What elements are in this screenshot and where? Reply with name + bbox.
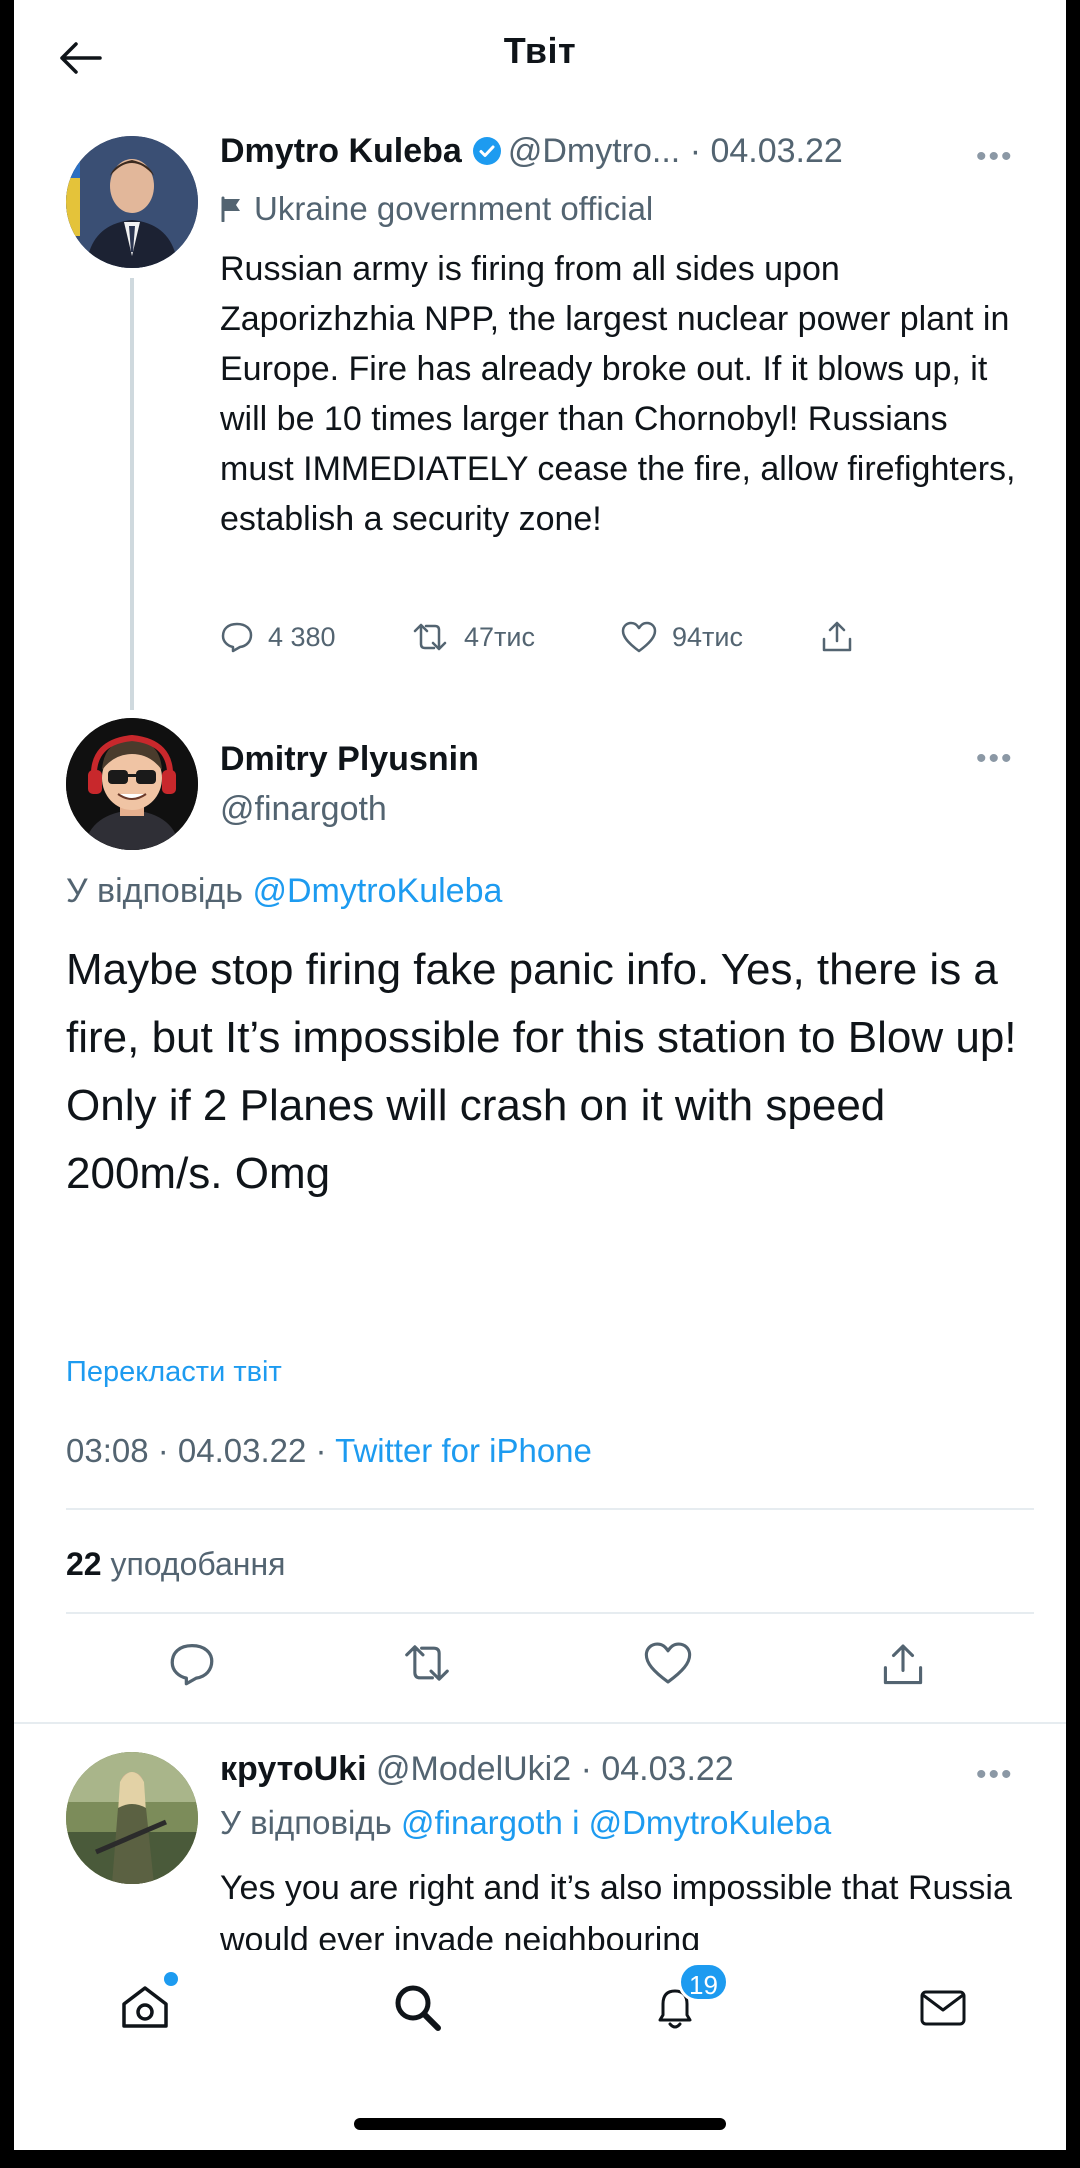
home-indicator[interactable]	[354, 2118, 726, 2130]
retweet-icon	[405, 1645, 449, 1681]
likes-label: уподобання	[110, 1546, 286, 1582]
tweet-metadata: 03:08 · 04.03.22 · Twitter for iPhone	[66, 1432, 592, 1470]
likes-count: 22	[66, 1546, 102, 1582]
retweet-count: 47тис	[464, 621, 535, 652]
tweet-text: Russian army is firing from all sides up…	[220, 250, 1016, 538]
tweet-text: Yes you are right and it’s also impossib…	[220, 1869, 1012, 1958]
avatar-cartoon-image	[66, 718, 198, 850]
reply-icon	[221, 622, 253, 653]
avatar[interactable]	[66, 718, 198, 850]
divider	[66, 1612, 1034, 1614]
reply-button[interactable]: 4 380	[220, 620, 410, 654]
avatar-portrait-image	[66, 136, 198, 268]
more-options-button[interactable]: •••	[976, 1758, 1014, 1792]
reply-join-word: і	[572, 1804, 580, 1841]
reply-button[interactable]	[168, 1640, 216, 1693]
tweet-date: · 04.03.22	[689, 132, 843, 170]
reply-count: 4 380	[268, 621, 336, 652]
likes-summary[interactable]: 22 уподобання	[66, 1546, 285, 1583]
share-button[interactable]	[880, 1640, 926, 1695]
tweet-text: Maybe stop firing fake panic info. Yes, …	[66, 945, 1017, 1198]
author-name[interactable]: крутоUki	[220, 1750, 367, 1788]
nav-messages[interactable]	[916, 1980, 970, 2039]
tweet-actions	[14, 1640, 1066, 1700]
retweet-icon	[413, 623, 447, 651]
avatar[interactable]	[66, 1752, 198, 1884]
share-icon	[822, 621, 852, 652]
share-icon	[883, 1644, 923, 1685]
government-label: Ukraine government official	[220, 190, 653, 228]
more-options-button[interactable]: •••	[976, 140, 1014, 174]
bottom-navigation: 19	[14, 1950, 1066, 2070]
avatar[interactable]	[66, 136, 198, 268]
nav-notifications[interactable]: 19	[648, 1962, 729, 2039]
government-label-text: Ukraine government official	[254, 190, 654, 227]
top-bar: Твіт	[14, 0, 1066, 110]
like-button[interactable]: 94тис	[620, 620, 820, 654]
author-name[interactable]: Dmytro Kuleba	[220, 132, 462, 170]
nav-home[interactable]	[118, 1972, 178, 2039]
tweet-date: · 04.03.22	[580, 1750, 734, 1788]
reply-mention-link[interactable]: @finargoth	[401, 1804, 563, 1841]
divider	[66, 1508, 1034, 1510]
tweet-actions: 4 380 47тис 94тис	[220, 612, 900, 662]
avatar-photo-image	[66, 1752, 198, 1884]
heart-icon	[644, 1642, 692, 1684]
reply-mention-link[interactable]: @DmytroKuleba	[589, 1804, 832, 1841]
tweet-header: крутоUki @ModelUki2 · 04.03.22	[220, 1750, 734, 1789]
mail-icon	[920, 1990, 966, 2026]
share-button[interactable]	[820, 619, 854, 655]
tweet-source-link[interactable]: Twitter for iPhone	[335, 1432, 592, 1469]
author-handle[interactable]: @finargoth	[220, 790, 387, 829]
author-handle[interactable]: @ModelUki2	[376, 1750, 571, 1788]
screen: Твіт Dmytro Kuleba @Dmytro... · 04.03.22 …	[14, 0, 1066, 2150]
thread-line	[130, 278, 134, 710]
divider	[14, 1722, 1066, 1724]
flag-icon	[221, 196, 240, 222]
new-content-dot	[164, 1972, 178, 1986]
reply-icon	[170, 1644, 214, 1686]
more-options-button[interactable]: •••	[976, 742, 1014, 776]
like-button[interactable]	[642, 1640, 694, 1691]
tweet-header: Dmytro Kuleba @Dmytro... · 04.03.22	[220, 132, 843, 175]
reply-context: У відповідь @finargoth і @DmytroKuleba	[220, 1804, 831, 1842]
notifications-badge: 19	[678, 1962, 729, 2002]
retweet-button[interactable]	[400, 1640, 454, 1691]
page-title: Твіт	[503, 30, 577, 71]
author-handle[interactable]: @Dmytro...	[508, 132, 680, 170]
reply-prefix: У відповідь	[66, 872, 243, 910]
search-icon	[395, 1985, 441, 2031]
verified-badge-icon	[472, 136, 502, 175]
reply-mention-link[interactable]: @DmytroKuleba	[252, 872, 502, 910]
heart-icon	[621, 621, 657, 653]
translate-tweet-link[interactable]: Перекласти твіт	[66, 1356, 282, 1389]
reply-prefix: У відповідь	[220, 1804, 392, 1841]
retweet-button[interactable]: 47тис	[410, 620, 620, 654]
reply-context: У відповідь @DmytroKuleba	[66, 872, 502, 911]
nav-search[interactable]	[390, 1980, 444, 2039]
home-icon	[122, 1986, 168, 2028]
like-count: 94тис	[672, 621, 743, 652]
tweet-timestamp: 03:08 · 04.03.22 ·	[66, 1432, 327, 1469]
author-name[interactable]: Dmitry Plyusnin	[220, 740, 479, 779]
